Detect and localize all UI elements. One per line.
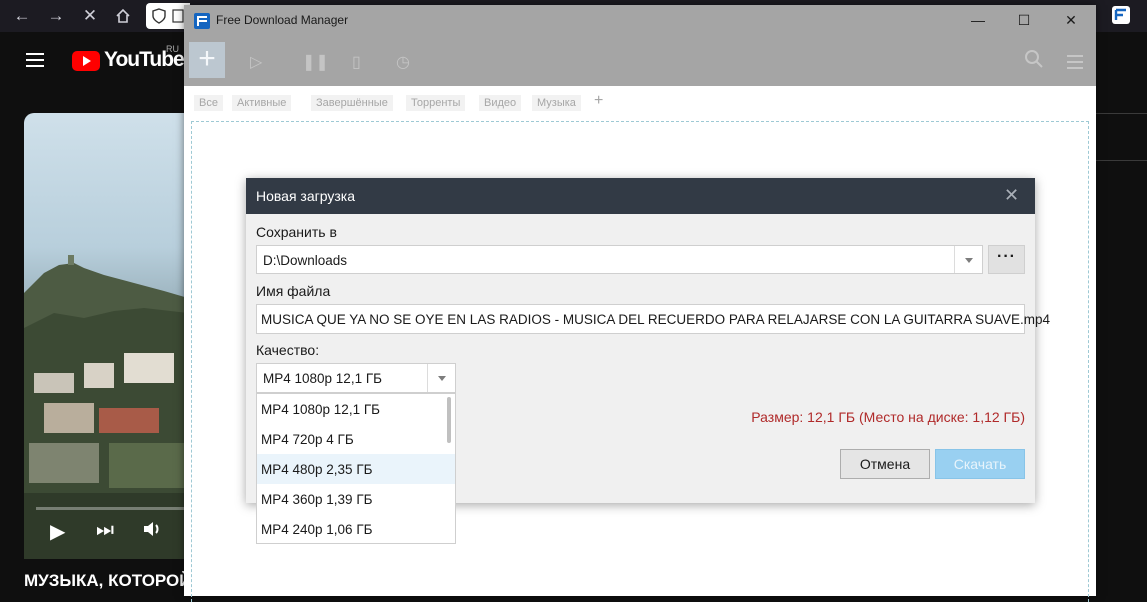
size-info: Размер: 12,1 ГБ (Место на диске: 1,12 ГБ… xyxy=(751,409,1025,425)
tab-completed[interactable]: Завершённые xyxy=(311,95,393,111)
youtube-right-strip xyxy=(1096,88,1147,596)
quality-option[interactable]: MP4 1080p 12,1 ГБ xyxy=(257,394,455,424)
dialog-title: Новая загрузка xyxy=(256,188,356,204)
quality-option[interactable]: MP4 240p 1,06 ГБ xyxy=(257,514,455,544)
main-menu-icon[interactable] xyxy=(1067,55,1083,73)
next-icon[interactable]: ⏭ xyxy=(96,519,114,542)
quality-label: Качество: xyxy=(256,342,320,358)
save-path-combo[interactable]: D:\Downloads xyxy=(256,245,983,274)
maximize-icon[interactable]: ☐ xyxy=(1001,5,1047,36)
quality-selected-value: MP4 1080p 12,1 ГБ xyxy=(263,371,382,386)
quality-select[interactable]: MP4 1080p 12,1 ГБ xyxy=(256,363,456,393)
close-icon[interactable]: ✕ xyxy=(1004,185,1019,206)
shield-icon xyxy=(152,8,166,24)
tab-music[interactable]: Музыка xyxy=(532,95,581,111)
dropdown-scrollbar[interactable] xyxy=(447,397,451,443)
resume-icon[interactable]: ▷ xyxy=(250,52,262,72)
tab-video[interactable]: Видео xyxy=(479,95,522,111)
window-title: Free Download Manager xyxy=(216,13,349,27)
video-title[interactable]: МУЗЫКА, КОТОРОЙ xyxy=(24,571,186,591)
close-icon[interactable]: ✕ xyxy=(1048,5,1094,36)
divider xyxy=(1096,160,1147,161)
filename-input[interactable]: MUSICA QUE YA NO SE OYE EN LAS RADIOS - … xyxy=(256,304,1050,334)
cancel-button[interactable]: Отмена xyxy=(840,449,930,479)
schedule-icon[interactable]: ◷ xyxy=(396,52,410,72)
dialog-header[interactable]: Новая загрузка ✕ xyxy=(246,178,1035,214)
play-icon[interactable]: ▶ xyxy=(50,519,65,544)
divider xyxy=(1096,113,1147,114)
search-icon[interactable] xyxy=(1024,49,1044,69)
minimize-icon[interactable]: — xyxy=(955,5,1001,36)
quality-option[interactable]: MP4 360p 1,39 ГБ xyxy=(257,484,455,514)
quality-option-hovered[interactable]: MP4 480p 2,35 ГБ xyxy=(257,454,455,484)
volume-icon[interactable] xyxy=(142,519,162,545)
save-to-label: Сохранить в xyxy=(256,224,337,240)
delete-icon[interactable]: ▯ xyxy=(352,52,361,72)
browse-button[interactable]: ··· xyxy=(988,245,1025,274)
fdm-toolbar: + ▷ ❚❚ ▯ ◷ xyxy=(184,36,1096,86)
fdm-titlebar[interactable]: Free Download Manager — ☐ ✕ xyxy=(184,5,1096,36)
save-path-value: D:\Downloads xyxy=(263,253,348,268)
video-player[interactable] xyxy=(24,113,188,559)
filename-label: Имя файла xyxy=(256,283,331,299)
page-icon xyxy=(172,9,184,23)
region-badge: RU xyxy=(166,44,179,54)
fdm-extension-icon[interactable] xyxy=(1110,4,1132,26)
add-download-button[interactable]: + xyxy=(189,42,225,78)
chevron-down-icon[interactable] xyxy=(954,246,983,273)
quality-option[interactable]: MP4 720p 4 ГБ xyxy=(257,424,455,454)
add-tab-icon[interactable]: + xyxy=(594,92,603,110)
menu-icon[interactable] xyxy=(26,53,44,71)
tab-active[interactable]: Активные xyxy=(232,95,292,111)
video-controls: ▶ ⏭ xyxy=(24,505,188,561)
video-progress-bar[interactable] xyxy=(36,507,188,510)
home-icon[interactable] xyxy=(111,4,135,28)
forward-arrow-icon[interactable]: → xyxy=(44,4,68,28)
pause-icon[interactable]: ❚❚ xyxy=(302,52,329,72)
tab-torrents[interactable]: Торренты xyxy=(406,95,466,111)
chevron-down-icon[interactable] xyxy=(427,364,456,392)
tab-all[interactable]: Все xyxy=(194,95,223,111)
filter-tabs: Все Активные Завершённые Торренты Видео … xyxy=(184,86,1096,116)
stop-loading-icon[interactable]: ✕ xyxy=(78,4,102,28)
download-button[interactable]: Скачать xyxy=(935,449,1025,479)
quality-dropdown-list: MP4 1080p 12,1 ГБ MP4 720p 4 ГБ MP4 480p… xyxy=(256,393,456,544)
fdm-app-icon xyxy=(194,13,210,29)
youtube-logo-icon[interactable] xyxy=(72,51,100,71)
filename-value: MUSICA QUE YA NO SE OYE EN LAS RADIOS - … xyxy=(261,312,1050,327)
back-arrow-icon[interactable]: ← xyxy=(10,4,34,28)
